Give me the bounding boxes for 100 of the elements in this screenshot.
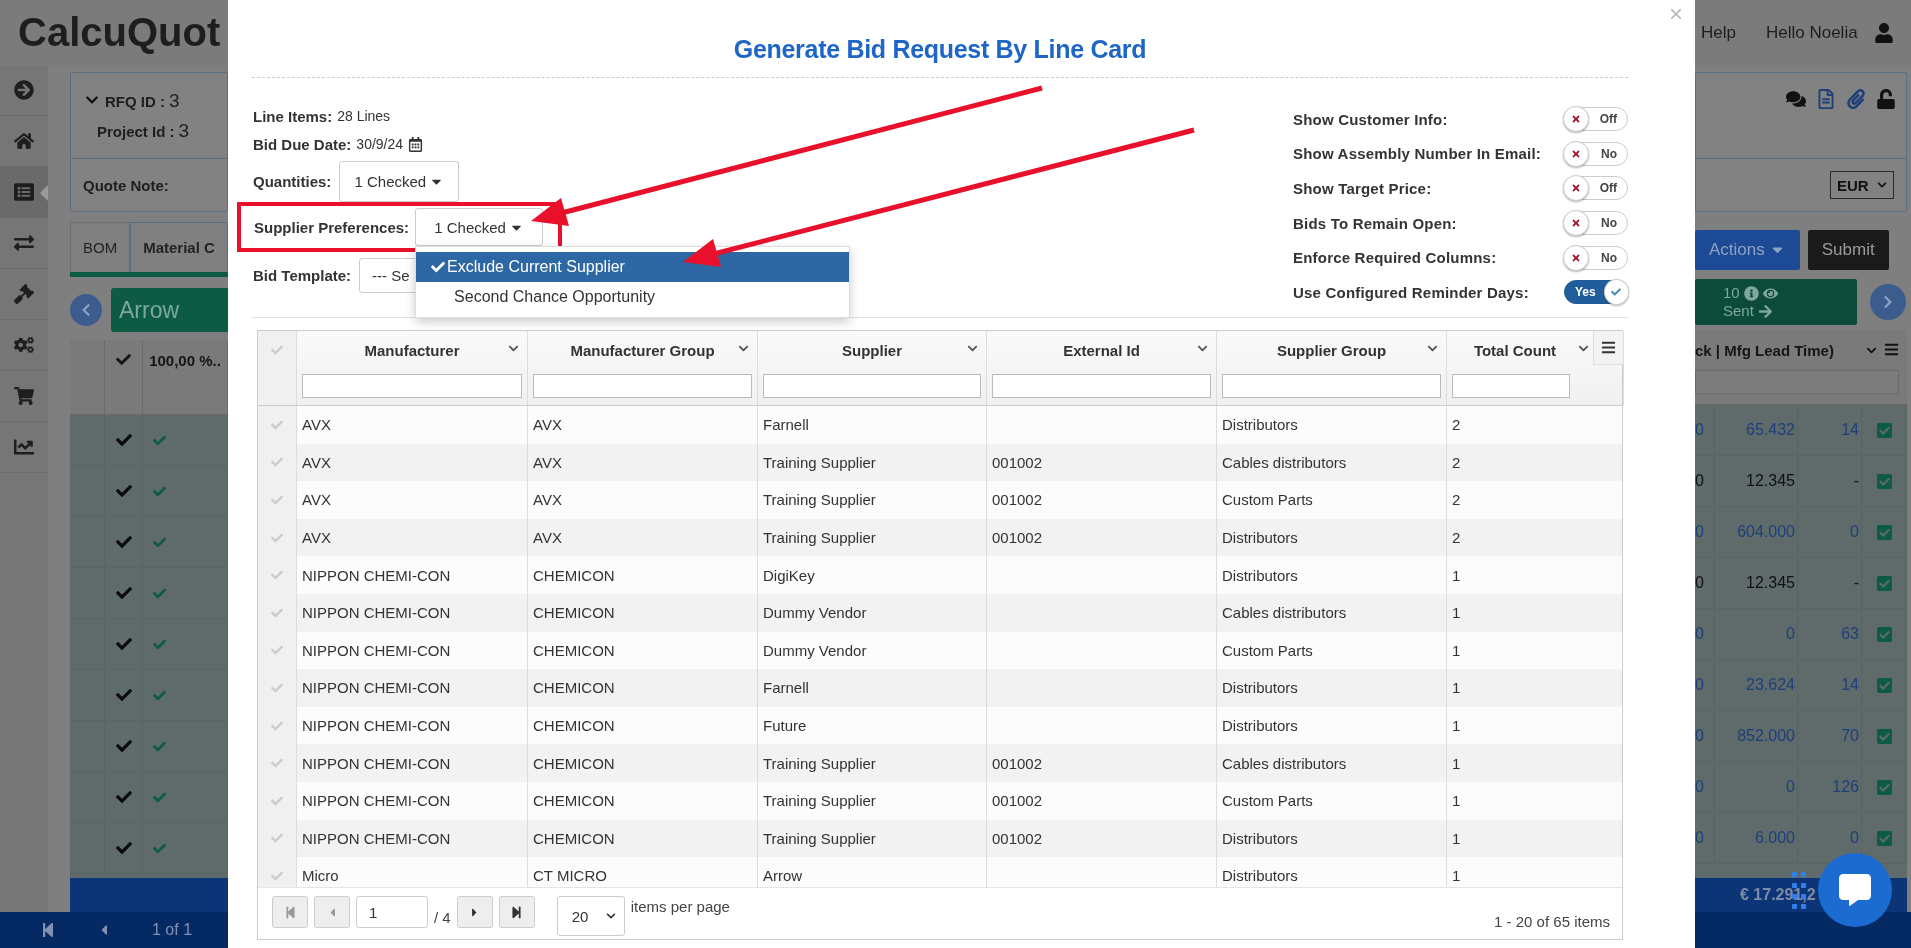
toggle-switch[interactable]: Off [1564,107,1628,132]
check-icon[interactable] [271,869,283,882]
help-link[interactable]: Help [1701,22,1736,43]
menu-option[interactable]: Second Chance Opportunity [416,282,850,312]
menu-option[interactable]: Exclude Current Supplier [416,252,850,282]
grid-cell: 14 [1841,421,1859,439]
check-icon[interactable] [271,681,283,694]
first-page-icon[interactable] [40,922,56,938]
checkbox[interactable] [1875,829,1893,847]
check-icon[interactable] [271,569,283,582]
table-cell: 001002 [992,829,1043,847]
field-label: Line Items: [253,107,333,125]
table-cell: Cables distributors [1222,604,1347,622]
checkbox[interactable] [1875,421,1893,439]
menu-icon[interactable] [1884,342,1899,357]
document-icon[interactable] [1816,89,1836,109]
checkbox[interactable] [1875,625,1893,643]
quantities-dropdown[interactable]: 1 Checked [339,161,460,202]
chevron-icon[interactable] [1866,345,1877,356]
comments-icon[interactable] [1786,89,1806,109]
filter-field[interactable] [1222,374,1441,398]
toggle-switch[interactable]: Off [1564,176,1628,201]
check-icon[interactable] [271,832,283,845]
table-cell: 2 [1452,453,1461,471]
sidebar-item[interactable] [0,167,48,218]
column-header[interactable]: Supplier Group [1276,341,1387,359]
table-cell: Custom Parts [1222,491,1313,509]
checkbox[interactable] [1875,574,1893,592]
supplier-preferences-dropdown[interactable]: 1 Checked [415,208,544,246]
first-page-button[interactable] [272,896,308,928]
paperclip-icon[interactable] [1846,89,1866,109]
table-cell: Future [763,717,807,735]
page-size-select[interactable]: 20 [556,896,625,936]
check-icon[interactable] [271,719,283,732]
chevron-icon[interactable] [1197,343,1208,354]
table-cell: Farnell [763,679,809,697]
chevron-icon [1877,180,1887,190]
chevron-icon[interactable] [738,343,749,354]
checkbox[interactable] [1875,727,1893,745]
check-icon[interactable] [271,494,283,506]
tab[interactable]: Material C [130,222,228,272]
toggle-switch[interactable]: No [1564,245,1628,270]
toggle-switch[interactable]: No [1564,211,1628,236]
next-button[interactable] [1870,284,1906,320]
next-page-button[interactable] [456,896,493,928]
calendar-icon[interactable] [408,136,424,152]
checkbox[interactable] [1875,778,1893,796]
submit-button[interactable]: Submit [1807,229,1889,270]
check-icon[interactable] [271,757,283,770]
checkbox[interactable] [1875,676,1893,694]
last-page-button[interactable] [498,896,535,928]
menu-button[interactable] [1593,331,1623,365]
column-header[interactable]: Total Count [1473,341,1557,359]
check-icon[interactable] [271,418,283,431]
filter-field[interactable] [992,374,1211,398]
column-header[interactable]: Manufacturer [364,341,460,359]
filter-field[interactable] [302,374,522,398]
user-icon[interactable] [1873,22,1894,43]
check-icon[interactable] [271,531,283,544]
check-icon[interactable] [271,794,283,807]
table-cell: 1 [1452,754,1461,772]
toggle-switch[interactable]: No [1564,141,1628,166]
table-cell: Training Supplier [763,491,876,509]
currency-select[interactable]: EUR [1830,171,1894,199]
table-cell: CHEMICON [533,679,615,697]
table-cell: 001002 [992,529,1043,547]
table-cell: Training Supplier [763,792,876,810]
table-cell: CHEMICON [533,717,615,735]
chevron-icon[interactable] [1427,343,1438,354]
gavel-icon [14,284,34,304]
chevron-icon[interactable] [508,343,519,354]
sent-card[interactable]: 10 Sent [1695,279,1857,325]
table-cell: 1 [1452,829,1461,847]
tab[interactable]: BOM [70,222,131,272]
check-icon[interactable] [271,644,283,657]
page-field[interactable]: 1 [356,896,428,928]
grid-cell: 0 [1786,625,1795,643]
previous-page-button[interactable] [314,896,350,928]
table-cell: 1 [1452,566,1461,584]
check-icon[interactable] [271,456,283,469]
checkbox[interactable] [1875,523,1893,541]
filter-field[interactable] [1452,374,1570,398]
previous-button[interactable] [70,294,102,326]
check-icon[interactable] [271,344,283,356]
checkbox[interactable] [1875,472,1893,490]
toggle-switch[interactable]: Yes [1564,280,1628,305]
filter-field[interactable] [763,374,981,398]
table-cell: NIPPON CHEMI-CON [302,754,451,772]
column-header[interactable]: Supplier [842,341,902,359]
toggle-label: Use Configured Reminder Days: [1293,283,1529,301]
grid-cell: 0 [1695,472,1704,490]
table-cell: 1 [1452,679,1461,697]
unlock-icon[interactable] [1876,89,1896,109]
check-icon[interactable] [271,606,283,619]
chevron-icon[interactable] [967,343,978,354]
filter-field[interactable] [1695,370,1899,394]
column-header[interactable]: External Id [1063,341,1140,359]
column-header[interactable]: Manufacturer Group [570,341,715,359]
chevron-icon[interactable] [1578,343,1589,354]
filter-field[interactable] [533,374,752,398]
